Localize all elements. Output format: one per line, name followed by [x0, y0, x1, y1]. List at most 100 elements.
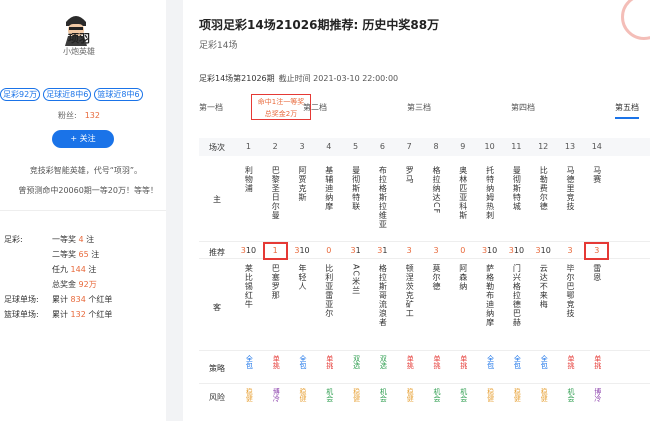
- risk-tag: 机会: [567, 388, 575, 402]
- stat-number: 132: [70, 310, 86, 319]
- away-team: 比利亚雷亚尔: [324, 264, 334, 318]
- tier-tabs: 第一档 命中1注一等奖 总奖金2万 第二档 第三档 第四档 第五档: [199, 94, 650, 122]
- tag-basketball-record: 篮球近8中6: [94, 88, 143, 101]
- row-label-away: 客: [213, 303, 221, 312]
- tab-tier-5[interactable]: 第五档: [615, 102, 639, 119]
- stat-suffix: 注: [83, 235, 95, 244]
- home-team: 比勒费尔德: [539, 166, 549, 211]
- away-team: 莫尔德: [432, 264, 441, 291]
- expert-tags: 足彩92万 足球近8中6 篮球近8中6: [0, 88, 166, 101]
- home-team: 布拉格斯拉维亚: [378, 166, 388, 229]
- rec-tail: 0: [492, 246, 498, 255]
- stat-suffix: 注: [85, 265, 97, 274]
- match-number: 8: [433, 142, 439, 151]
- recommendation-cell: 310: [503, 246, 530, 255]
- risk-tag: 机会: [433, 388, 441, 402]
- match-number: 3: [299, 142, 305, 151]
- away-team: 顿涅茨克矿工: [405, 264, 415, 318]
- recommendation-cell: 3: [396, 246, 423, 255]
- recommendation-cell: 0: [449, 246, 476, 255]
- match-number: 4: [326, 142, 332, 151]
- row-label-risk: 风险: [209, 393, 225, 402]
- col-header-match: 场次: [209, 143, 225, 152]
- expert-nickname: 项羽: [68, 32, 90, 45]
- article-panel: 项羽足彩14场21026期推荐: 历史中奖88万 足彩14场 足彩14场第210…: [183, 0, 650, 421]
- risk-tag: 稳健: [540, 388, 549, 402]
- home-team: 曼彻斯特城: [512, 166, 522, 211]
- rec-main: 3: [406, 246, 412, 255]
- risk-tag: 稳健: [352, 388, 361, 402]
- away-team: AC米兰: [351, 264, 361, 295]
- tab-tier-3[interactable]: 第三档: [407, 102, 431, 113]
- risk-tag: 机会: [379, 388, 388, 402]
- stat-value: 任九 144 注: [52, 262, 96, 277]
- row-divider: [199, 383, 650, 384]
- risk-tag: 稳健: [299, 388, 307, 402]
- stat-prefix: 总奖金: [52, 280, 79, 289]
- strategy-tag: 单挑: [433, 355, 441, 369]
- strategy-tag: 单挑: [325, 355, 334, 369]
- stamp-icon: [621, 0, 650, 40]
- rec-main: 0: [326, 246, 332, 255]
- recommendation-cell: 31: [342, 246, 369, 255]
- row-divider: [199, 350, 650, 351]
- prediction-table: 场次 主 推荐 客 策略 风险 1 利物浦 310 莱比锡红牛 全包 稳健 2 巴黎圣日尔曼 1…: [199, 138, 650, 421]
- fans-value: 132: [84, 111, 100, 120]
- expert-profile-panel: 项羽 小炮英雄 足彩92万 足球近8中6 篮球近8中6 粉丝: 132 + 关注 …: [0, 0, 166, 421]
- stat-prefix: 累计: [52, 295, 71, 304]
- row-label-strategy: 策略: [209, 364, 225, 373]
- away-team: 格拉斯哥流浪者: [378, 264, 388, 327]
- risk-tag: 机会: [459, 388, 468, 402]
- home-team: 阿贾克斯: [298, 166, 307, 202]
- away-team: 毕尔巴鄂竞技: [566, 264, 575, 318]
- match-number: 11: [511, 142, 522, 151]
- match-number: 9: [460, 142, 466, 151]
- deadline: 截止时间 2021-03-10 22:00:00: [278, 74, 399, 83]
- stat-prefix: 任九: [52, 265, 71, 274]
- rec-main: 3: [433, 246, 439, 255]
- match-number: 6: [379, 142, 385, 151]
- follow-button[interactable]: + 关注: [52, 130, 114, 148]
- match-number: 13: [564, 142, 576, 151]
- strategy-tag: 单挑: [272, 355, 281, 369]
- tab-tier-1[interactable]: 第一档: [199, 102, 223, 113]
- strategy-tag: 全包: [513, 355, 522, 369]
- rec-extra: 1: [382, 246, 388, 255]
- recommendation-cell: 310: [289, 246, 316, 255]
- stat-prefix: 二等奖: [52, 250, 79, 259]
- away-team: 雷恩: [592, 264, 602, 282]
- fans-label: 粉丝:: [58, 111, 77, 120]
- stat-label: 篮球单场:: [4, 310, 39, 319]
- row-label-home: 主: [213, 195, 221, 204]
- risk-tag: 稳健: [513, 388, 522, 402]
- away-team: 云达不来梅: [539, 264, 549, 309]
- rec-tail: 0: [250, 246, 257, 255]
- stat-label: 足彩:: [4, 235, 23, 244]
- stat-number: 92万: [78, 280, 97, 289]
- row-label-recommend: 推荐: [209, 248, 225, 257]
- risk-tag: 机会: [325, 388, 334, 402]
- recommendation-cell: 31: [369, 246, 396, 255]
- away-team: 门兴格拉德巴赫: [512, 264, 522, 327]
- recommendation-cell: 310: [235, 246, 262, 255]
- expert-description-2: 曾预测命中20060期一等20万！等等！: [18, 186, 158, 195]
- tab-tier-2[interactable]: 第二档: [303, 102, 327, 113]
- stat-value: 二等奖 65 注: [52, 247, 99, 262]
- strategy-tag: 单挑: [406, 355, 415, 369]
- home-team: 格拉纳达CF: [432, 166, 441, 215]
- home-team: 罗马: [405, 166, 415, 184]
- match-number: 1: [245, 142, 251, 151]
- tab-tier-4[interactable]: 第四档: [511, 102, 535, 113]
- recommendation-cell: 0: [315, 246, 342, 255]
- rec-main: 0: [460, 246, 466, 255]
- article-title: 项羽足彩14场21026期推荐: 历史中奖88万: [199, 18, 440, 32]
- rec-extra: 1: [355, 246, 361, 255]
- match-number: 2: [272, 142, 278, 151]
- home-team: 基辅迪纳摩: [324, 166, 334, 211]
- strategy-tag: 单挑: [567, 355, 575, 369]
- strategy-tag: 全包: [540, 355, 549, 369]
- stat-value: 累计 834 个红单: [52, 292, 112, 307]
- stat-prefix: 累计: [52, 310, 71, 319]
- expert-description-1: 竞技彩智能英雄，代号“项羽”。: [29, 166, 142, 175]
- home-team: 马德里竞技: [566, 166, 575, 211]
